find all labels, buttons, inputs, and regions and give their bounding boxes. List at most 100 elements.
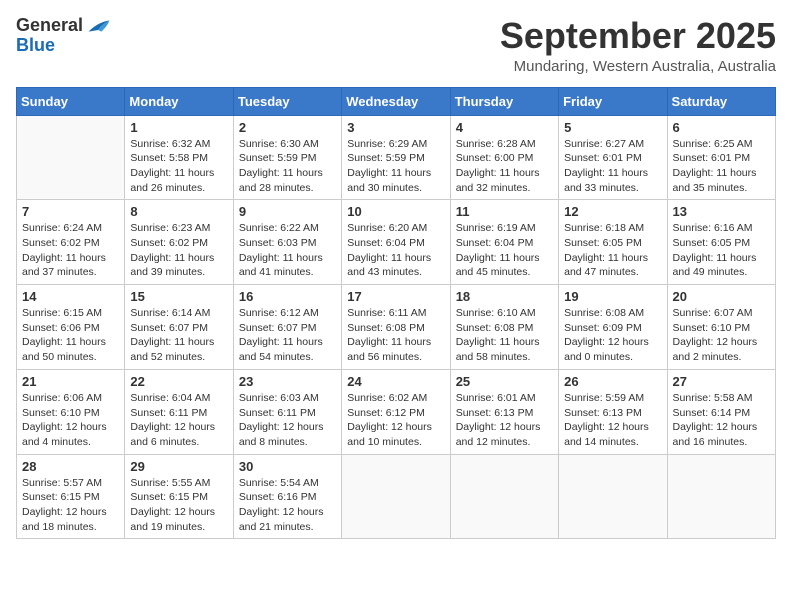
calendar-cell: 6 Sunrise: 6:25 AMSunset: 6:01 PMDaylight… — [667, 115, 775, 200]
day-info: Sunrise: 6:29 AMSunset: 5:59 PMDaylight:… — [347, 137, 444, 196]
day-number: 17 — [347, 289, 444, 304]
header-saturday: Saturday — [667, 87, 775, 115]
calendar-cell: 28 Sunrise: 5:57 AMSunset: 6:15 PMDayligh… — [17, 454, 125, 539]
day-number: 12 — [564, 204, 661, 219]
day-number: 9 — [239, 204, 336, 219]
day-info: Sunrise: 6:27 AMSunset: 6:01 PMDaylight:… — [564, 137, 661, 196]
day-info: Sunrise: 5:59 AMSunset: 6:13 PMDaylight:… — [564, 391, 661, 450]
calendar-week-row: 28 Sunrise: 5:57 AMSunset: 6:15 PMDayligh… — [17, 454, 776, 539]
calendar-cell: 22Sunrise: 6:04 AMSunset: 6:11 PMDayligh… — [125, 369, 233, 454]
day-number: 2 — [239, 120, 336, 135]
day-number: 1 — [130, 120, 227, 135]
calendar-week-row: 7 Sunrise: 6:24 AMSunset: 6:02 PMDaylight… — [17, 200, 776, 285]
calendar-cell: 10 Sunrise: 6:20 AMSunset: 6:04 PMDayligh… — [342, 200, 450, 285]
day-info: Sunrise: 6:01 AMSunset: 6:13 PMDaylight:… — [456, 391, 553, 450]
day-info: Sunrise: 5:54 AMSunset: 6:16 PMDaylight:… — [239, 476, 336, 535]
day-info: Sunrise: 6:08 AMSunset: 6:09 PMDaylight:… — [564, 306, 661, 365]
logo: General Blue — [16, 16, 111, 56]
calendar-cell: 5 Sunrise: 6:27 AMSunset: 6:01 PMDaylight… — [559, 115, 667, 200]
day-info: Sunrise: 6:12 AMSunset: 6:07 PMDaylight:… — [239, 306, 336, 365]
day-info: Sunrise: 6:24 AMSunset: 6:02 PMDaylight:… — [22, 221, 119, 280]
calendar-cell: 25Sunrise: 6:01 AMSunset: 6:13 PMDayligh… — [450, 369, 558, 454]
day-info: Sunrise: 6:25 AMSunset: 6:01 PMDaylight:… — [673, 137, 770, 196]
day-info: Sunrise: 6:19 AMSunset: 6:04 PMDaylight:… — [456, 221, 553, 280]
day-info: Sunrise: 6:04 AMSunset: 6:11 PMDaylight:… — [130, 391, 227, 450]
calendar-cell: 23Sunrise: 6:03 AMSunset: 6:11 PMDayligh… — [233, 369, 341, 454]
day-number: 3 — [347, 120, 444, 135]
day-number: 19 — [564, 289, 661, 304]
day-info: Sunrise: 6:32 AMSunset: 5:58 PMDaylight:… — [130, 137, 227, 196]
day-number: 5 — [564, 120, 661, 135]
day-number: 11 — [456, 204, 553, 219]
day-number: 18 — [456, 289, 553, 304]
header-sunday: Sunday — [17, 87, 125, 115]
header-wednesday: Wednesday — [342, 87, 450, 115]
calendar-cell — [17, 115, 125, 200]
day-number: 27 — [673, 374, 770, 389]
calendar-cell — [559, 454, 667, 539]
day-number: 23 — [239, 374, 336, 389]
logo-bird-icon — [87, 17, 111, 35]
logo-blue: Blue — [16, 36, 55, 56]
header-tuesday: Tuesday — [233, 87, 341, 115]
day-number: 10 — [347, 204, 444, 219]
calendar-header-row: SundayMondayTuesdayWednesdayThursdayFrid… — [17, 87, 776, 115]
day-info: Sunrise: 6:30 AMSunset: 5:59 PMDaylight:… — [239, 137, 336, 196]
day-number: 6 — [673, 120, 770, 135]
calendar-cell: 20 Sunrise: 6:07 AMSunset: 6:10 PMDayligh… — [667, 285, 775, 370]
calendar-cell: 18 Sunrise: 6:10 AMSunset: 6:08 PMDayligh… — [450, 285, 558, 370]
day-info: Sunrise: 5:55 AMSunset: 6:15 PMDaylight:… — [130, 476, 227, 535]
day-number: 7 — [22, 204, 119, 219]
calendar-week-row: 14 Sunrise: 6:15 AMSunset: 6:06 PMDayligh… — [17, 285, 776, 370]
day-number: 21 — [22, 374, 119, 389]
day-info: Sunrise: 6:18 AMSunset: 6:05 PMDaylight:… — [564, 221, 661, 280]
day-info: Sunrise: 6:23 AMSunset: 6:02 PMDaylight:… — [130, 221, 227, 280]
calendar-cell: 3 Sunrise: 6:29 AMSunset: 5:59 PMDaylight… — [342, 115, 450, 200]
day-info: Sunrise: 6:07 AMSunset: 6:10 PMDaylight:… — [673, 306, 770, 365]
day-info: Sunrise: 5:57 AMSunset: 6:15 PMDaylight:… — [22, 476, 119, 535]
calendar-cell: 1 Sunrise: 6:32 AMSunset: 5:58 PMDaylight… — [125, 115, 233, 200]
title-block: September 2025 Mundaring, Western Austra… — [500, 16, 776, 75]
day-number: 20 — [673, 289, 770, 304]
logo-general: General — [16, 16, 83, 36]
day-number: 24 — [347, 374, 444, 389]
calendar-cell: 8 Sunrise: 6:23 AMSunset: 6:02 PMDaylight… — [125, 200, 233, 285]
calendar-cell — [342, 454, 450, 539]
day-number: 16 — [239, 289, 336, 304]
calendar-cell: 14 Sunrise: 6:15 AMSunset: 6:06 PMDayligh… — [17, 285, 125, 370]
calendar-cell: 21Sunrise: 6:06 AMSunset: 6:10 PMDayligh… — [17, 369, 125, 454]
calendar-cell: 11 Sunrise: 6:19 AMSunset: 6:04 PMDayligh… — [450, 200, 558, 285]
day-number: 4 — [456, 120, 553, 135]
header-thursday: Thursday — [450, 87, 558, 115]
header-monday: Monday — [125, 87, 233, 115]
day-info: Sunrise: 6:14 AMSunset: 6:07 PMDaylight:… — [130, 306, 227, 365]
calendar-cell: 30 Sunrise: 5:54 AMSunset: 6:16 PMDayligh… — [233, 454, 341, 539]
calendar-cell: 2 Sunrise: 6:30 AMSunset: 5:59 PMDaylight… — [233, 115, 341, 200]
calendar-cell: 26 Sunrise: 5:59 AMSunset: 6:13 PMDayligh… — [559, 369, 667, 454]
day-info: Sunrise: 6:10 AMSunset: 6:08 PMDaylight:… — [456, 306, 553, 365]
day-number: 8 — [130, 204, 227, 219]
day-info: Sunrise: 5:58 AMSunset: 6:14 PMDaylight:… — [673, 391, 770, 450]
day-number: 14 — [22, 289, 119, 304]
calendar-cell: 12 Sunrise: 6:18 AMSunset: 6:05 PMDayligh… — [559, 200, 667, 285]
month-title: September 2025 — [500, 16, 776, 56]
calendar-cell: 7 Sunrise: 6:24 AMSunset: 6:02 PMDaylight… — [17, 200, 125, 285]
calendar-week-row: 21Sunrise: 6:06 AMSunset: 6:10 PMDayligh… — [17, 369, 776, 454]
day-number: 26 — [564, 374, 661, 389]
calendar-cell: 9Sunrise: 6:22 AMSunset: 6:03 PMDaylight… — [233, 200, 341, 285]
day-number: 30 — [239, 459, 336, 474]
day-info: Sunrise: 6:15 AMSunset: 6:06 PMDaylight:… — [22, 306, 119, 365]
day-info: Sunrise: 6:02 AMSunset: 6:12 PMDaylight:… — [347, 391, 444, 450]
day-number: 28 — [22, 459, 119, 474]
day-number: 15 — [130, 289, 227, 304]
calendar-cell: 27 Sunrise: 5:58 AMSunset: 6:14 PMDayligh… — [667, 369, 775, 454]
calendar-week-row: 1 Sunrise: 6:32 AMSunset: 5:58 PMDaylight… — [17, 115, 776, 200]
day-info: Sunrise: 6:16 AMSunset: 6:05 PMDaylight:… — [673, 221, 770, 280]
calendar-cell: 19 Sunrise: 6:08 AMSunset: 6:09 PMDayligh… — [559, 285, 667, 370]
header-friday: Friday — [559, 87, 667, 115]
calendar-cell — [667, 454, 775, 539]
calendar-cell: 17Sunrise: 6:11 AMSunset: 6:08 PMDayligh… — [342, 285, 450, 370]
day-number: 29 — [130, 459, 227, 474]
day-info: Sunrise: 6:20 AMSunset: 6:04 PMDaylight:… — [347, 221, 444, 280]
calendar-cell: 15 Sunrise: 6:14 AMSunset: 6:07 PMDayligh… — [125, 285, 233, 370]
